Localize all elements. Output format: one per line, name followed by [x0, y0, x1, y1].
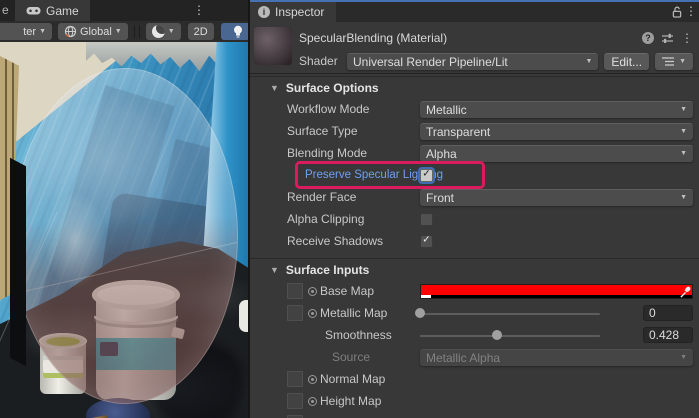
chevron-down-icon: ▼: [674, 194, 687, 201]
2d-toggle[interactable]: 2D: [188, 23, 214, 40]
lightbulb-icon: [233, 25, 243, 39]
shader-menu-button[interactable]: ▼: [655, 53, 693, 70]
chevron-down-icon: ▼: [674, 354, 687, 361]
shaded-view-icon: [152, 25, 165, 38]
shader-edit-button[interactable]: Edit...: [604, 53, 649, 70]
tab-game[interactable]: Game: [15, 0, 90, 21]
info-icon: i: [258, 6, 270, 18]
material-header: SpecularBlending (Material) ? ⋮ Shader U…: [250, 22, 699, 74]
receive-shadows-checkbox[interactable]: ✓: [420, 235, 433, 248]
slider-handle[interactable]: [415, 308, 425, 318]
normal-map-row: Normal Map: [250, 368, 699, 390]
shading-mode-dropdown[interactable]: ▼: [146, 23, 181, 40]
surface-inputs-header[interactable]: ▼ Surface Inputs: [250, 258, 699, 280]
surface-type-row: Surface Type Transparent ▼: [250, 120, 699, 142]
game-panel: e Game ⋮ ter ▼ Global ▼ ▼: [0, 0, 248, 418]
inspector-menu-kebab-icon[interactable]: ⋮: [685, 5, 697, 17]
base-map-texture-slot[interactable]: [287, 283, 303, 299]
source-row: Source Metallic Alpha ▼: [250, 346, 699, 368]
slider-track: [420, 335, 600, 337]
presets-icon[interactable]: [661, 33, 674, 44]
slider-track: [420, 313, 600, 315]
global-pivot-dropdown[interactable]: Global ▼: [58, 23, 128, 40]
base-map-row: Base Map: [250, 280, 699, 302]
gamepad-icon: [26, 6, 41, 16]
eyedropper-icon[interactable]: [679, 285, 691, 303]
toolbar-separator: [134, 25, 135, 38]
height-map-row: Height Map: [250, 390, 699, 412]
lock-icon[interactable]: [672, 6, 682, 24]
metallic-value-field[interactable]: 0: [643, 305, 693, 321]
render-face-dropdown[interactable]: Front ▼: [420, 189, 693, 206]
height-map-texture-slot[interactable]: [287, 393, 303, 409]
foldout-icon: ▼: [270, 83, 279, 93]
source-dropdown: Metallic Alpha ▼: [420, 349, 693, 366]
alpha-clipping-row: Alpha Clipping: [250, 208, 699, 230]
chevron-down-icon: ▼: [168, 28, 175, 35]
slider-handle[interactable]: [492, 330, 502, 340]
game-tab-label: Game: [46, 4, 79, 18]
smoothness-row: Smoothness 0.428: [250, 324, 699, 346]
chevron-down-icon: ▼: [579, 58, 592, 65]
shader-label: Shader: [299, 54, 341, 68]
chevron-down-icon: ▼: [679, 58, 686, 65]
highlight-annotation-box: [295, 161, 485, 189]
sphere-highlight: [44, 192, 106, 288]
receive-shadows-row: Receive Shadows ✓: [250, 230, 699, 252]
chevron-down-icon: ▼: [115, 28, 122, 35]
scene-lighting-toggle[interactable]: [221, 23, 248, 40]
base-map-color-field[interactable]: [420, 284, 693, 299]
checkmark-icon: ✓: [422, 236, 430, 246]
object-picker-icon[interactable]: [308, 309, 317, 318]
normal-map-texture-slot[interactable]: [287, 371, 303, 387]
game-viewport[interactable]: [0, 42, 248, 418]
material-preview-sphere[interactable]: [254, 27, 292, 65]
surface-type-dropdown[interactable]: Transparent ▼: [420, 123, 693, 140]
list-icon: [662, 57, 674, 66]
help-icon[interactable]: ?: [642, 32, 654, 44]
scene-toolbar: ter ▼ Global ▼ ▼ 2D: [0, 21, 248, 42]
alpha-strip: [421, 295, 692, 298]
workflow-mode-dropdown[interactable]: Metallic ▼: [420, 101, 693, 118]
base-map-color-swatch[interactable]: [420, 284, 693, 299]
object-picker-icon[interactable]: [308, 397, 317, 406]
smoothness-slider[interactable]: [420, 327, 600, 344]
plank-shadow: [10, 158, 26, 367]
game-tab-bar: e Game ⋮: [0, 0, 248, 21]
blending-mode-dropdown[interactable]: Alpha ▼: [420, 145, 693, 162]
tab-inspector[interactable]: i Inspector: [250, 2, 336, 22]
chevron-down-icon: ▼: [674, 128, 687, 135]
chevron-down-icon: ▼: [39, 28, 46, 35]
surface-options-header[interactable]: ▼ Surface Options: [250, 76, 699, 98]
foldout-icon: ▼: [270, 265, 279, 275]
partial-next-row: [250, 412, 699, 418]
edge-bucket-sliver: [239, 300, 248, 332]
object-picker-icon[interactable]: [308, 375, 317, 384]
alpha-clipping-checkbox[interactable]: [420, 213, 433, 226]
inspector-panel: i Inspector ⋮ SpecularBlending (Material…: [250, 0, 699, 418]
metallic-map-row: Metallic Map 0: [250, 302, 699, 324]
inspector-tab-bar: i Inspector ⋮: [250, 2, 699, 22]
globe-icon: [64, 25, 77, 38]
metallic-map-texture-slot[interactable]: [287, 305, 303, 321]
unity-editor-window: e Game ⋮ ter ▼ Global ▼ ▼: [0, 0, 699, 418]
inspector-tab-label: Inspector: [275, 5, 324, 19]
material-menu-kebab-icon[interactable]: ⋮: [681, 32, 693, 44]
smoothness-value-field[interactable]: 0.428: [643, 327, 693, 343]
chevron-down-icon: ▼: [674, 106, 687, 113]
toolbar-separator: [139, 25, 140, 38]
render-face-row: Render Face Front ▼: [250, 186, 699, 208]
chevron-down-icon: ▼: [674, 150, 687, 157]
object-picker-icon[interactable]: [308, 287, 317, 296]
material-title: SpecularBlending (Material): [299, 31, 642, 45]
shader-dropdown[interactable]: Universal Render Pipeline/Lit ▼: [347, 53, 598, 70]
game-menu-kebab-icon[interactable]: ⋮: [193, 4, 205, 16]
workflow-mode-row: Workflow Mode Metallic ▼: [250, 98, 699, 120]
pivot-dropdown[interactable]: ter ▼: [0, 23, 52, 40]
partial-tab-label[interactable]: e: [2, 3, 9, 17]
metallic-slider[interactable]: [420, 305, 600, 322]
